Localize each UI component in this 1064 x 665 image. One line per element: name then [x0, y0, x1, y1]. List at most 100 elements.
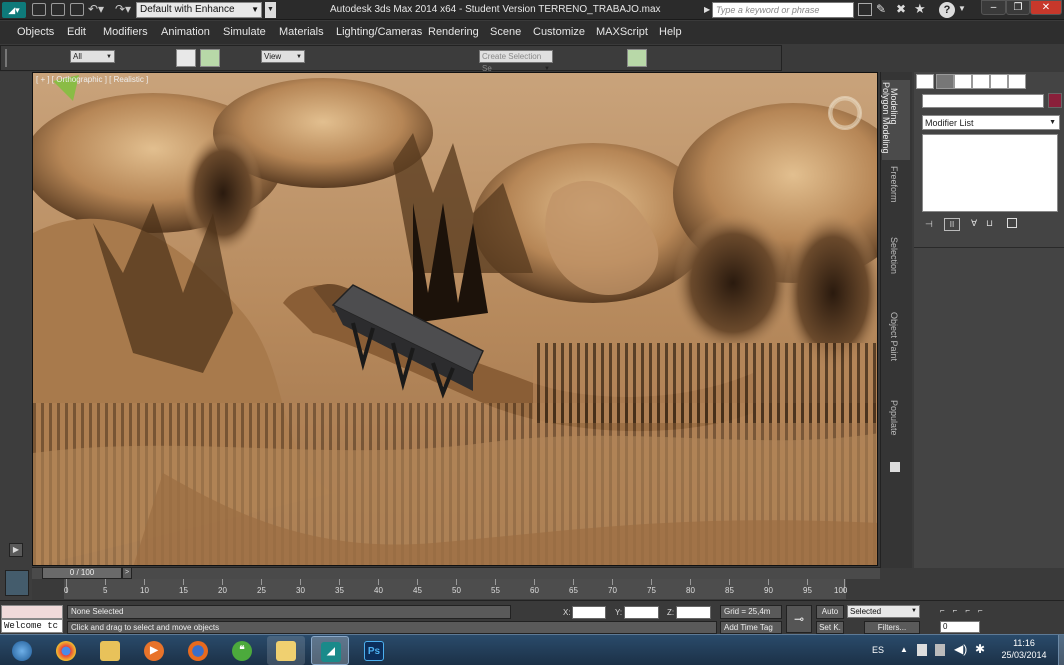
maximize-button[interactable]: ❐ [1006, 0, 1030, 15]
set-key-button[interactable]: Set K. [816, 621, 844, 634]
tools-icon[interactable]: ✎ [876, 2, 886, 16]
tray-device-icon[interactable] [935, 644, 945, 656]
menu-modifiers[interactable]: Modifiers [103, 26, 148, 38]
tab-populate[interactable]: Populate [889, 400, 899, 436]
object-color-swatch[interactable] [1048, 93, 1062, 108]
object-name-field[interactable] [922, 94, 1044, 108]
show-desktop-button[interactable] [1058, 635, 1064, 665]
modify-tab-icon[interactable] [936, 74, 954, 89]
set-key-label: Set K. [819, 623, 841, 632]
ref-coord-dropdown[interactable]: View ▼ [261, 50, 305, 63]
menu-objects[interactable]: Objects [17, 26, 54, 38]
time-slider-track[interactable] [32, 567, 880, 579]
close-button[interactable]: ✕ [1030, 0, 1062, 15]
menu-customize[interactable]: Customize [533, 26, 585, 38]
volume-icon[interactable]: ◀) [954, 642, 967, 656]
minimize-button[interactable]: – [981, 0, 1006, 15]
start-button[interactable] [3, 636, 41, 665]
grid-display: Grid = 25,4m [720, 605, 782, 619]
maxscript-listener[interactable]: Welcome tc [1, 619, 63, 633]
configure-sets-icon[interactable] [1007, 218, 1017, 228]
save-file-icon[interactable] [70, 3, 84, 16]
tab-selection[interactable]: Selection [889, 237, 899, 274]
track-bar[interactable]: 0 5 10 15 20 25 30 35 40 45 50 55 60 65 … [64, 579, 847, 599]
maxscript-listener-pink[interactable] [1, 605, 63, 619]
selection-filter-dropdown[interactable]: All ▼ [70, 50, 115, 63]
new-file-icon[interactable] [32, 3, 46, 16]
taskbar-chrome[interactable] [47, 636, 85, 665]
time-slider-thumb[interactable]: 0 / 100 [42, 567, 122, 579]
exchange-icon[interactable]: ✖ [896, 2, 906, 16]
tab-freeform[interactable]: Freeform [889, 166, 899, 203]
3dsmax-icon: ◢ [321, 642, 341, 662]
tray-flag-icon[interactable] [917, 644, 927, 656]
expand-arrow-icon[interactable]: ▶ [9, 543, 23, 557]
remove-modifier-icon[interactable]: ⊔ [986, 218, 993, 229]
menu-rendering[interactable]: Rendering [428, 26, 479, 38]
network-icon[interactable]: ✱ [975, 642, 985, 656]
star-icon[interactable]: ★ [914, 1, 926, 17]
left-strip: ▶ [0, 72, 32, 568]
language-indicator[interactable]: ES [872, 645, 884, 655]
undo-icon[interactable]: ↶▾ [88, 2, 104, 16]
auto-key-button[interactable]: Auto [816, 605, 844, 619]
x-coord-field[interactable] [572, 606, 606, 619]
binoculars-icon[interactable] [858, 3, 872, 16]
selection-set-input[interactable]: Create Selection Se ▼ [479, 50, 553, 73]
select-window-button[interactable] [176, 49, 196, 67]
redo-icon[interactable]: ↷▾ [115, 2, 131, 16]
add-time-tag-button[interactable]: Add Time Tag [720, 621, 782, 634]
key-icon[interactable]: ⊸ [786, 605, 812, 633]
search-arrow-icon[interactable]: ▶ [704, 5, 710, 14]
render-setup-button[interactable] [627, 49, 647, 67]
mini-curve-editor-icon[interactable] [5, 570, 29, 596]
z-coord-field[interactable] [676, 606, 711, 619]
pin-stack-icon[interactable]: ⊣ [925, 219, 933, 230]
menu-animation[interactable]: Animation [161, 26, 210, 38]
workspace-menu-button[interactable]: ▼ [265, 2, 276, 18]
perspective-viewport[interactable] [32, 72, 878, 566]
key-filters-button[interactable]: Filters... [864, 621, 920, 634]
taskbar-3dsmax[interactable]: ◢ [311, 636, 349, 665]
viewport-label[interactable]: [ + ] [ Orthographic ] [ Realistic ] [36, 75, 148, 84]
menu-simulate[interactable]: Simulate [223, 26, 266, 38]
tab-object-paint[interactable]: Object Paint [889, 312, 899, 361]
open-file-icon[interactable] [51, 3, 65, 16]
motion-tab-icon[interactable] [972, 74, 990, 89]
search-input[interactable]: Type a keyword or phrase [712, 2, 854, 18]
menu-help[interactable]: Help [659, 26, 682, 38]
utilities-tab-icon[interactable] [1008, 74, 1026, 89]
select-move-button[interactable] [200, 49, 220, 67]
menu-scene[interactable]: Scene [490, 26, 521, 38]
menu-maxscript[interactable]: MAXScript [596, 26, 648, 38]
taskbar-explorer[interactable] [91, 636, 129, 665]
show-end-result-icon[interactable]: II [944, 218, 960, 231]
taskbar-media-player[interactable]: ▶ [135, 636, 173, 665]
help-menu-arrow-icon[interactable]: ▼ [958, 4, 966, 13]
viewcube-icon[interactable] [828, 96, 862, 130]
menu-edit[interactable]: Edit [67, 26, 86, 38]
taskbar-firefox[interactable] [179, 636, 217, 665]
modifier-stack[interactable] [922, 134, 1058, 212]
menu-lighting-cameras[interactable]: Lighting/Cameras [336, 26, 422, 38]
hierarchy-tab-icon[interactable] [954, 74, 972, 89]
time-slider-next[interactable]: > [122, 567, 132, 579]
modifier-list-dropdown[interactable]: Modifier List ▼ [922, 115, 1060, 130]
workspace-dropdown[interactable]: Default with Enhance ▼ [136, 2, 262, 18]
create-tab-icon[interactable] [916, 74, 934, 89]
ribbon-toggle-icon[interactable] [890, 462, 900, 472]
display-tab-icon[interactable] [990, 74, 1008, 89]
taskbar-chat[interactable]: ❝ [223, 636, 261, 665]
menu-materials[interactable]: Materials [279, 26, 324, 38]
app-logo-icon[interactable]: ◢▾ [2, 2, 26, 18]
tab-polygon-modeling[interactable]: Polygon Modeling [881, 82, 891, 154]
key-filter-dropdown[interactable]: Selected ▼ [847, 605, 920, 618]
y-coord-field[interactable] [624, 606, 659, 619]
taskbar-image-viewer[interactable] [267, 636, 305, 665]
frame-field[interactable]: 0 [940, 621, 980, 633]
taskbar-photoshop[interactable]: Ps [355, 636, 393, 665]
make-unique-icon[interactable]: ∀ [971, 218, 977, 229]
help-button[interactable]: ? [939, 2, 955, 18]
tray-arrow-icon[interactable]: ▲ [900, 645, 908, 654]
system-clock[interactable]: 11:16 25/03/2014 [994, 637, 1054, 661]
